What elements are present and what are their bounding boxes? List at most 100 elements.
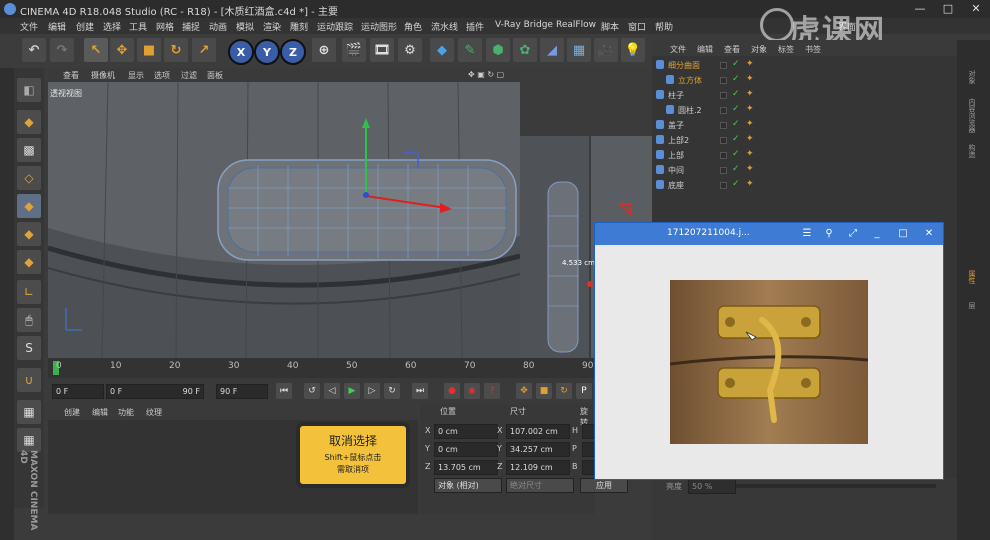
viewport-menu-display[interactable]: 显示: [128, 70, 144, 81]
pen-spline-icon[interactable]: ✎: [458, 38, 482, 62]
visibility-dot-icon[interactable]: [720, 182, 727, 189]
menu-sculpt[interactable]: 雕刻: [290, 20, 308, 33]
fullscreen-icon[interactable]: ⤢: [845, 226, 861, 242]
menu-simulate[interactable]: 模拟: [236, 20, 254, 33]
viewport-menu-filter[interactable]: 过滤: [181, 70, 197, 81]
menu-mograph[interactable]: 运动图形: [361, 20, 397, 33]
viewport-nav-icon[interactable]: ✥ ▣ ↻ ▢: [468, 70, 504, 79]
world-coords-icon[interactable]: ⊕: [312, 38, 336, 62]
material-menu-texture[interactable]: 纹理: [146, 407, 162, 418]
visibility-dot-icon[interactable]: [720, 122, 727, 129]
object-menu-edit[interactable]: 编辑: [697, 44, 713, 55]
maximize-icon[interactable]: □: [895, 226, 911, 242]
rotate-icon[interactable]: ↻: [164, 38, 188, 62]
pin-icon[interactable]: ⚲: [821, 226, 837, 242]
enabled-check-icon[interactable]: ✓: [732, 179, 740, 189]
visibility-dot-icon[interactable]: [720, 137, 727, 144]
axis-mode-icon[interactable]: ∟: [17, 280, 41, 304]
tag-icon[interactable]: ✦: [746, 134, 754, 144]
menu-render[interactable]: 渲染: [263, 20, 281, 33]
undo-icon[interactable]: ↶: [22, 38, 46, 62]
timeline-ruler[interactable]: 0 10 20 30 40 50 60 70 80 90: [48, 358, 666, 378]
render-view-icon[interactable]: 🎬: [342, 38, 366, 62]
minimize-icon[interactable]: _: [869, 226, 885, 242]
menu-character[interactable]: 角色: [404, 20, 422, 33]
planar-workplane-icon[interactable]: ▦: [17, 428, 41, 452]
size-z-field[interactable]: 12.109 cm: [506, 460, 570, 475]
camera-icon[interactable]: 🎥: [594, 38, 618, 62]
object-menu-file[interactable]: 文件: [670, 44, 686, 55]
tab-attributes[interactable]: 属性: [967, 270, 977, 284]
x-axis-toggle[interactable]: X: [228, 39, 254, 65]
key-parameter-icon[interactable]: P: [576, 383, 592, 399]
minimize-button[interactable]: —: [906, 0, 934, 18]
tab-content-browser[interactable]: 内容浏览器: [967, 98, 977, 133]
object-row[interactable]: 盖子 ✓ ✦: [652, 118, 762, 132]
magnet-icon[interactable]: ∪: [17, 368, 41, 392]
redo-icon[interactable]: ↷: [50, 38, 74, 62]
object-menu-view[interactable]: 查看: [724, 44, 740, 55]
workplane-mode-icon[interactable]: ◇: [17, 166, 41, 190]
next-frame-icon[interactable]: ▷: [364, 383, 380, 399]
apply-button[interactable]: 应用: [580, 478, 628, 493]
tab-objects[interactable]: 对象: [967, 70, 977, 84]
viewport-menu-camera[interactable]: 摄像机: [91, 70, 115, 81]
end-frame-field[interactable]: 90 F: [216, 384, 268, 399]
position-z-field[interactable]: 13.705 cm: [434, 460, 498, 475]
render-settings-icon[interactable]: ⚙: [398, 38, 422, 62]
floor-icon[interactable]: ▦: [567, 38, 591, 62]
next-key-icon[interactable]: ↻: [384, 383, 400, 399]
menu-vray-bridge[interactable]: V-Ray Bridge: [495, 20, 553, 30]
object-menu-tags[interactable]: 标签: [778, 44, 794, 55]
menu-icon[interactable]: ☰: [799, 226, 815, 242]
close-icon[interactable]: ✕: [921, 226, 937, 242]
enabled-check-icon[interactable]: ✓: [732, 164, 740, 174]
material-menu-create[interactable]: 创建: [64, 407, 80, 418]
menu-snap[interactable]: 捕捉: [182, 20, 200, 33]
object-row[interactable]: 立方体 ✓ ✦: [652, 73, 762, 87]
deformer-icon[interactable]: ◢: [540, 38, 564, 62]
size-x-field[interactable]: 107.002 cm: [506, 424, 570, 439]
z-axis-toggle[interactable]: Z: [280, 39, 306, 65]
perspective-viewport[interactable]: [48, 68, 520, 358]
tag-icon[interactable]: ✦: [746, 74, 754, 84]
move-icon[interactable]: ✥: [110, 38, 134, 62]
menu-create[interactable]: 创建: [76, 20, 94, 33]
visibility-dot-icon[interactable]: [720, 152, 727, 159]
make-editable-icon[interactable]: ◧: [17, 78, 41, 102]
live-selection-icon[interactable]: ↖: [84, 38, 108, 62]
object-row[interactable]: 细分曲面 ✓ ✦: [652, 58, 762, 72]
image-viewer-window[interactable]: 171207211004.j... ☰ ⚲ ⤢ _ □ ✕: [594, 222, 944, 480]
recent-tool-icon[interactable]: ↗: [192, 38, 216, 62]
tweak-mode-icon[interactable]: 🖱: [17, 308, 41, 332]
enabled-check-icon[interactable]: ✓: [732, 104, 740, 114]
enabled-check-icon[interactable]: ✓: [732, 134, 740, 144]
prev-frame-icon[interactable]: ◁: [324, 383, 340, 399]
visibility-dot-icon[interactable]: [720, 92, 727, 99]
menu-file[interactable]: 文件: [20, 20, 38, 33]
enabled-check-icon[interactable]: ✓: [732, 89, 740, 99]
maximize-button[interactable]: □: [934, 0, 962, 18]
size-y-field[interactable]: 34.257 cm: [506, 442, 570, 457]
model-mode-icon[interactable]: ◆: [17, 110, 41, 134]
snap-icon[interactable]: S: [17, 336, 41, 360]
key-position-icon[interactable]: ✥: [516, 383, 532, 399]
attr-value-field[interactable]: 50 %: [688, 479, 736, 494]
polygons-mode-icon[interactable]: ◆: [17, 250, 41, 274]
edges-mode-icon[interactable]: ◆: [17, 222, 41, 246]
menu-window[interactable]: 窗口: [628, 20, 646, 33]
tag-icon[interactable]: ✦: [746, 164, 754, 174]
visibility-dot-icon[interactable]: [720, 167, 727, 174]
object-row[interactable]: 上部 ✓ ✦: [652, 148, 762, 162]
object-row[interactable]: 上部2 ✓ ✦: [652, 133, 762, 147]
enabled-check-icon[interactable]: ✓: [732, 149, 740, 159]
menu-edit[interactable]: 编辑: [48, 20, 66, 33]
scale-icon[interactable]: ■: [137, 38, 161, 62]
object-row[interactable]: 圆柱.2 ✓ ✦: [652, 103, 762, 117]
autokey-icon[interactable]: ◉: [464, 383, 480, 399]
object-row[interactable]: 柱子 ✓ ✦: [652, 88, 762, 102]
menu-motion-tracking[interactable]: 运动跟踪: [317, 20, 353, 33]
cloner-icon[interactable]: ✿: [513, 38, 537, 62]
cube-icon[interactable]: ◆: [430, 38, 454, 62]
coord-mode-select[interactable]: 对象 (相对): [434, 478, 502, 493]
